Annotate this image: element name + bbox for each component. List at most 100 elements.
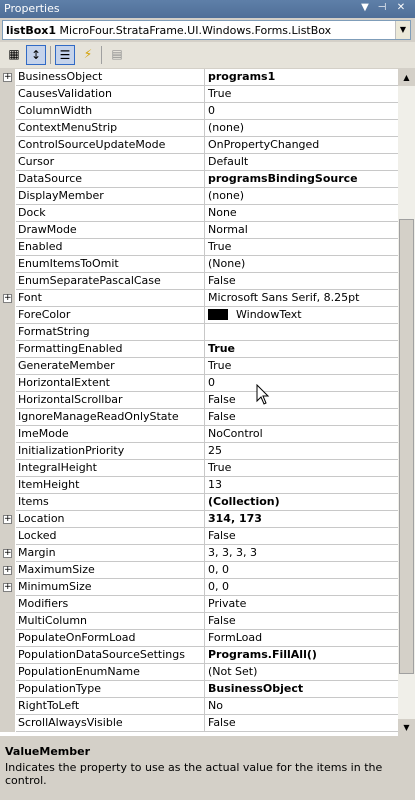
property-value-cell[interactable]: OnPropertyChanged <box>205 137 398 154</box>
property-row[interactable]: CausesValidation True <box>0 86 398 103</box>
property-row[interactable]: RightToLeft No <box>0 698 398 715</box>
property-name[interactable]: IntegralHeight <box>16 460 205 477</box>
property-name[interactable]: HorizontalExtent <box>16 375 205 392</box>
property-name[interactable]: Modifiers <box>16 596 205 613</box>
property-value-cell[interactable]: programs1 <box>205 69 398 86</box>
property-grid[interactable]: + BusinessObject programs1 CausesValidation… <box>0 69 398 736</box>
expand-plus-icon[interactable]: + <box>3 549 12 558</box>
property-value-cell[interactable]: False <box>205 409 398 426</box>
property-value-cell[interactable]: True <box>205 358 398 375</box>
property-value-cell[interactable]: 0 <box>205 375 398 392</box>
pin-icon[interactable]: ⊣ <box>375 1 389 15</box>
property-value-cell[interactable]: 0, 0 <box>205 579 398 596</box>
property-name[interactable]: PopulationType <box>16 681 205 698</box>
object-selector[interactable]: listBox1 MicroFour.StrataFrame.UI.Window… <box>2 20 411 40</box>
property-name[interactable]: BusinessObject <box>16 69 205 86</box>
property-name[interactable]: Location <box>16 511 205 528</box>
properties-icon[interactable]: ☰ <box>55 45 75 65</box>
property-name[interactable]: DrawMode <box>16 222 205 239</box>
property-row[interactable]: DataSource programsBindingSource <box>0 171 398 188</box>
property-value-cell[interactable]: Default <box>205 154 398 171</box>
property-row[interactable]: + BusinessObject programs1 <box>0 69 398 86</box>
vertical-scrollbar[interactable]: ▲ ▼ <box>398 69 415 736</box>
property-row[interactable]: ContextMenuStrip (none) <box>0 120 398 137</box>
property-name[interactable]: PopulationEnumName <box>16 664 205 681</box>
property-value-cell[interactable]: NoControl <box>205 426 398 443</box>
property-name[interactable]: ItemHeight <box>16 477 205 494</box>
expand-plus-icon[interactable]: + <box>3 73 12 82</box>
property-row[interactable]: InitializationPriority 25 <box>0 443 398 460</box>
property-value-cell[interactable] <box>205 324 398 341</box>
property-value-cell[interactable]: 0 <box>205 103 398 120</box>
property-row[interactable]: HorizontalExtent 0 <box>0 375 398 392</box>
property-row[interactable]: + MaximumSize 0, 0 <box>0 562 398 579</box>
property-value-cell[interactable]: False <box>205 613 398 630</box>
property-row[interactable]: DisplayMember (none) <box>0 188 398 205</box>
scroll-down-icon[interactable]: ▼ <box>398 719 415 736</box>
property-name[interactable]: MultiColumn <box>16 613 205 630</box>
property-name[interactable]: FormatString <box>16 324 205 341</box>
property-name[interactable]: ContextMenuStrip <box>16 120 205 137</box>
property-value-cell[interactable]: FormLoad <box>205 630 398 647</box>
property-name[interactable]: PopulationDataSourceSettings <box>16 647 205 664</box>
property-value-cell[interactable]: 0, 0 <box>205 562 398 579</box>
property-row[interactable]: ScrollAlwaysVisible False <box>0 715 398 732</box>
scroll-up-icon[interactable]: ▲ <box>398 69 415 86</box>
property-value-cell[interactable]: (Not Set) <box>205 664 398 681</box>
property-name[interactable]: CausesValidation <box>16 86 205 103</box>
property-name[interactable]: IgnoreManageReadOnlyState <box>16 409 205 426</box>
alphabetical-icon[interactable]: ↕ <box>26 45 46 65</box>
property-name[interactable]: ControlSourceUpdateMode <box>16 137 205 154</box>
property-row[interactable]: ControlSourceUpdateMode OnPropertyChanged <box>0 137 398 154</box>
property-name[interactable]: RightToLeft <box>16 698 205 715</box>
property-name[interactable]: ForeColor <box>16 307 205 324</box>
property-name[interactable]: Font <box>16 290 205 307</box>
property-name[interactable]: HorizontalScrollbar <box>16 392 205 409</box>
property-row[interactable]: ItemHeight 13 <box>0 477 398 494</box>
property-name[interactable]: FormattingEnabled <box>16 341 205 358</box>
property-row[interactable]: EnumItemsToOmit (None) <box>0 256 398 273</box>
property-row[interactable]: ImeMode NoControl <box>0 426 398 443</box>
property-row[interactable]: + MinimumSize 0, 0 <box>0 579 398 596</box>
property-value-cell[interactable]: Private <box>205 596 398 613</box>
property-value-cell[interactable]: Normal <box>205 222 398 239</box>
property-row[interactable]: ColumnWidth 0 <box>0 103 398 120</box>
property-value-cell[interactable]: 25 <box>205 443 398 460</box>
property-row[interactable]: PopulationDataSourceSettings Programs.Fil… <box>0 647 398 664</box>
property-name[interactable]: PopulateOnFormLoad <box>16 630 205 647</box>
property-row[interactable]: EnumSeparatePascalCase False <box>0 273 398 290</box>
property-value-cell[interactable]: programsBindingSource <box>205 171 398 188</box>
property-name[interactable]: Cursor <box>16 154 205 171</box>
property-name[interactable]: DisplayMember <box>16 188 205 205</box>
property-value-cell[interactable]: False <box>205 392 398 409</box>
property-name[interactable]: MaximumSize <box>16 562 205 579</box>
property-value-cell[interactable]: No <box>205 698 398 715</box>
property-value-cell[interactable]: None <box>205 205 398 222</box>
events-icon[interactable]: ⚡ <box>78 45 98 65</box>
property-value-cell[interactable]: True <box>205 460 398 477</box>
property-name[interactable]: DataSource <box>16 171 205 188</box>
property-name[interactable]: ColumnWidth <box>16 103 205 120</box>
property-name[interactable]: Margin <box>16 545 205 562</box>
property-name[interactable]: Locked <box>16 528 205 545</box>
property-value-cell[interactable]: True <box>205 86 398 103</box>
property-row[interactable]: PopulationType BusinessObject <box>0 681 398 698</box>
property-row[interactable]: FormattingEnabled True <box>0 341 398 358</box>
property-value-cell[interactable]: 3, 3, 3, 3 <box>205 545 398 562</box>
property-name[interactable]: EnumItemsToOmit <box>16 256 205 273</box>
property-row[interactable]: Modifiers Private <box>0 596 398 613</box>
property-row[interactable]: Locked False <box>0 528 398 545</box>
property-value-cell[interactable]: (Collection) <box>205 494 398 511</box>
property-value-cell[interactable]: (none) <box>205 120 398 137</box>
property-name[interactable]: Enabled <box>16 239 205 256</box>
expand-plus-icon[interactable]: + <box>3 294 12 303</box>
property-row[interactable]: ForeColor WindowText <box>0 307 398 324</box>
property-value-cell[interactable]: False <box>205 528 398 545</box>
property-value-cell[interactable]: Programs.FillAll() <box>205 647 398 664</box>
property-row[interactable]: Enabled True <box>0 239 398 256</box>
categorized-icon[interactable]: ▦ <box>4 45 24 65</box>
property-value-cell[interactable]: 13 <box>205 477 398 494</box>
property-row[interactable]: IgnoreManageReadOnlyState False <box>0 409 398 426</box>
property-name[interactable]: EnumSeparatePascalCase <box>16 273 205 290</box>
expand-plus-icon[interactable]: + <box>3 515 12 524</box>
